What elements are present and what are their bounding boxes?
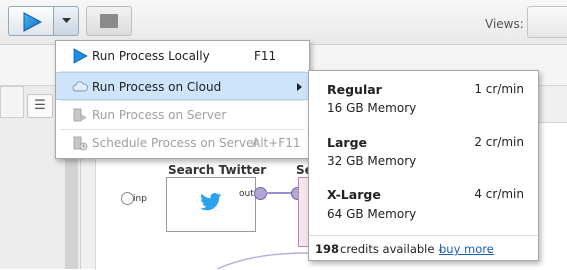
shortcut-label: F11 — [254, 49, 277, 63]
tier-memory: 32 GB Memory — [327, 154, 417, 168]
connection-curve — [216, 252, 314, 269]
stop-process-button[interactable] — [86, 6, 132, 36]
run-process-button[interactable] — [8, 6, 54, 36]
run-options-menu: Run Process Locally F11 Run Process on C… — [55, 40, 310, 159]
left-panel-tab[interactable] — [0, 86, 24, 118]
menu-item-label: Run Process on Server — [92, 108, 227, 122]
play-icon — [23, 12, 42, 32]
operator-search-twitter[interactable] — [166, 177, 256, 232]
menu-item-run-on-server[interactable]: Run Process on Server — [56, 101, 309, 129]
tier-memory: 64 GB Memory — [327, 207, 417, 221]
buy-more-link[interactable]: buy more — [439, 242, 494, 256]
credits-footer: 198 credits available - buy more . — [309, 235, 538, 261]
menu-item-label: Schedule Process on Server — [92, 136, 259, 150]
tier-name: X-Large — [327, 187, 381, 202]
tier-price: 2 cr/min — [474, 135, 524, 149]
credits-text: credits available - — [340, 242, 443, 256]
tier-memory: 16 GB Memory — [327, 101, 417, 115]
buy-more-suffix: . — [488, 242, 492, 256]
panel-menu-button[interactable]: ☰ — [27, 94, 53, 118]
twitter-bird-icon — [200, 193, 222, 211]
schedule-clock-icon — [73, 136, 88, 151]
menu-item-schedule-on-server[interactable]: Schedule Process on Server Alt+F11 — [56, 129, 309, 157]
chevron-down-icon — [62, 18, 71, 23]
menu-item-run-on-cloud[interactable]: Run Process on Cloud — [56, 72, 309, 100]
server-run-icon — [73, 108, 87, 122]
cloud-icon — [72, 81, 88, 92]
shortcut-label: Alt+F11 — [252, 136, 301, 150]
run-options-dropdown-button[interactable] — [53, 6, 79, 36]
main-toolbar: Views: — [0, 0, 567, 45]
play-icon — [73, 48, 88, 64]
tier-name: Large — [327, 135, 367, 150]
connection-wire[interactable] — [266, 192, 294, 194]
views-label: Views: — [485, 17, 524, 31]
input-port-label: inp — [133, 194, 147, 204]
stop-icon — [100, 14, 118, 28]
tier-price: 4 cr/min — [474, 187, 524, 201]
output-port-label: out — [239, 189, 254, 199]
tier-name: Regular — [327, 82, 382, 97]
operator-title-search-twitter: Search Twitter — [168, 163, 267, 177]
views-selector[interactable] — [527, 6, 567, 38]
tier-price: 1 cr/min — [474, 82, 524, 96]
credits-count: 198 — [315, 242, 340, 256]
cloud-tier-submenu: Regular 1 cr/min 16 GB Memory Large 2 cr… — [308, 70, 539, 261]
menu-item-run-locally[interactable]: Run Process Locally F11 — [56, 42, 309, 70]
submenu-arrow-icon — [297, 83, 302, 91]
menu-item-label: Run Process on Cloud — [92, 80, 222, 94]
menu-item-label: Run Process Locally — [92, 49, 210, 63]
